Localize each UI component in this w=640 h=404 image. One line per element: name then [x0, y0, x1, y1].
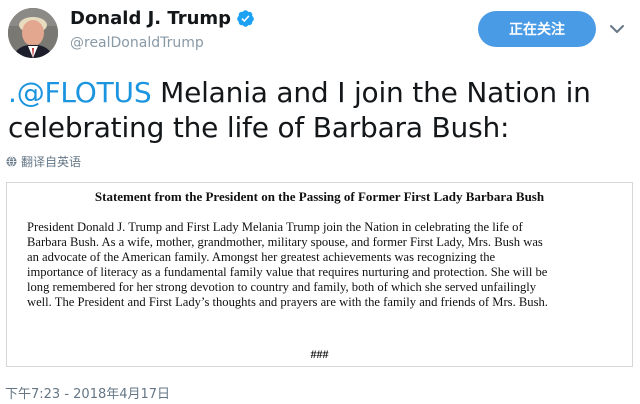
profile-photo-icon	[8, 8, 58, 58]
statement-footer: ###	[310, 347, 329, 361]
following-button[interactable]: 正在关注	[478, 11, 596, 47]
translate-link[interactable]: 翻译自英语	[6, 153, 81, 170]
author-display-name[interactable]: Donald J. Trump	[70, 8, 231, 29]
statement-line: well. The President and First Lady’s tho…	[27, 295, 548, 309]
statement-line: importance of literacy as a fundamental …	[27, 265, 548, 279]
globe-icon	[6, 156, 17, 167]
chevron-down-icon[interactable]	[608, 20, 626, 38]
tweet-text: .@FLOTUS Melania and I join the Nation i…	[8, 75, 633, 145]
tweet-timestamp[interactable]: 下午7:23 - 2018年4月17日	[5, 383, 170, 402]
statement-line: Barbara Bush. As a wife, mother, grandmo…	[27, 235, 543, 249]
translate-label[interactable]: 翻译自英语	[21, 153, 81, 170]
tweet: Donald J. Trump @realDonaldTrump 正在关注 .@…	[0, 0, 640, 404]
statement-line: President Donald J. Trump and First Lady…	[27, 220, 523, 234]
statement-title: Statement from the President on the Pass…	[94, 189, 545, 204]
author-name-row[interactable]: Donald J. Trump	[70, 8, 255, 29]
statement-line: long remembered for her strong devotion …	[27, 280, 537, 294]
verified-badge-icon	[237, 10, 254, 27]
author-handle[interactable]: @realDonaldTrump	[70, 35, 204, 51]
statement-line: an advocate of the American family. Amon…	[27, 250, 496, 264]
attached-statement-image[interactable]: Statement from the President on the Pass…	[6, 182, 633, 367]
statement-body: President Donald J. Trump and First Lady…	[27, 220, 617, 310]
mention-link[interactable]: .@FLOTUS	[8, 76, 152, 109]
avatar[interactable]	[8, 8, 58, 58]
